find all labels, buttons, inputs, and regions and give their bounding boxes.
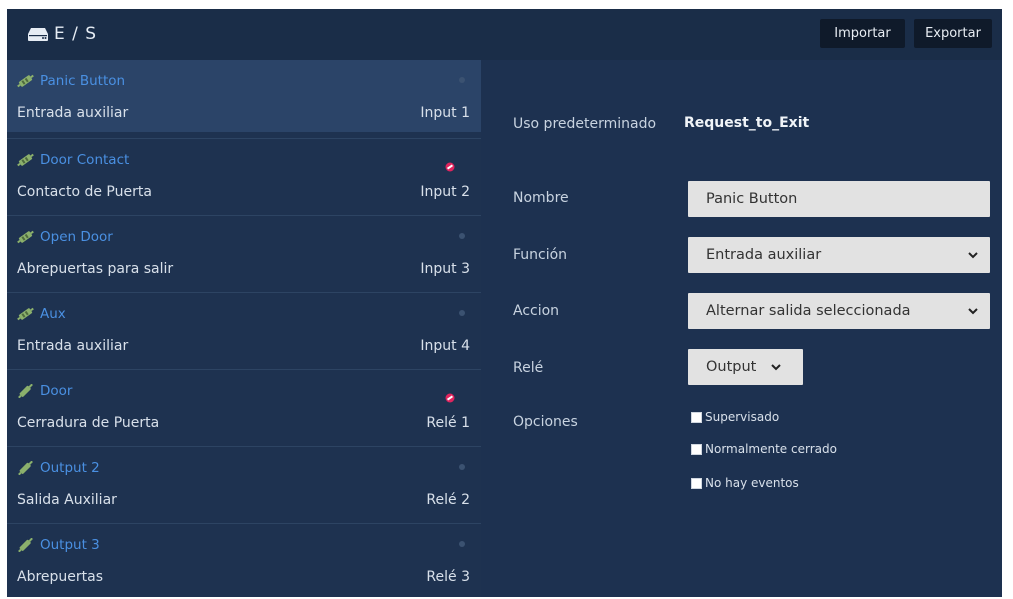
checkbox[interactable] <box>691 411 702 423</box>
io-list: Panic Button Entrada auxiliar Input 1 Do… <box>7 60 481 597</box>
export-button[interactable]: Exportar <box>914 19 992 48</box>
option-label: Normalmente cerrado <box>705 442 837 456</box>
io-input-icon <box>16 74 40 88</box>
chevron-down-icon <box>771 364 781 371</box>
io-item-name: Aux <box>40 306 66 322</box>
relay-select[interactable]: Output <box>688 349 803 385</box>
page-title: E / S <box>54 24 98 44</box>
option-label: Supervisado <box>705 410 780 424</box>
io-item-function: Entrada auxiliar <box>17 105 129 121</box>
io-item-open-door[interactable]: Open Door Abrepuertas para salir Input 3 <box>7 215 481 288</box>
io-item-name: Output 3 <box>40 537 100 553</box>
io-item-aux[interactable]: Aux Entrada auxiliar Input 4 <box>7 292 481 365</box>
function-select-value: Entrada auxiliar <box>706 247 822 263</box>
io-item-function: Entrada auxiliar <box>17 338 129 354</box>
io-item-port: Relé 2 <box>426 492 470 508</box>
option-normally-closed[interactable]: Normalmente cerrado <box>691 442 837 456</box>
chevron-down-icon <box>968 308 978 315</box>
io-item-door[interactable]: Door Cerradura de Puerta Relé 1 <box>7 369 481 442</box>
io-input-icon <box>16 307 40 321</box>
io-item-function: Abrepuertas para salir <box>17 261 174 277</box>
io-item-port: Relé 3 <box>426 569 470 585</box>
status-indicator <box>459 233 465 239</box>
io-item-door-contact[interactable]: Door Contact Contacto de Puerta Input 2 <box>7 138 481 211</box>
io-item-name: Open Door <box>40 229 113 245</box>
status-indicator <box>459 310 465 316</box>
name-label: Nombre <box>513 190 569 206</box>
io-item-name: Door Contact <box>40 152 130 168</box>
status-indicator <box>459 541 465 547</box>
relay-output-icon <box>16 384 40 398</box>
action-select[interactable]: Alternar salida seleccionada <box>688 293 990 329</box>
status-indicator <box>459 464 465 470</box>
option-supervised[interactable]: Supervisado <box>691 410 779 424</box>
io-item-port: Input 4 <box>420 338 470 354</box>
io-item-output-2[interactable]: Output 2 Salida Auxiliar Relé 2 <box>7 446 481 519</box>
relay-label: Relé <box>513 360 544 376</box>
io-item-output-3[interactable]: Output 3 Abrepuertas Relé 3 <box>7 523 481 596</box>
option-no-events[interactable]: No hay eventos <box>691 476 799 490</box>
io-item-function: Contacto de Puerta <box>17 184 152 200</box>
checkbox[interactable] <box>691 477 702 489</box>
io-item-function: Cerradura de Puerta <box>17 415 160 431</box>
function-label: Función <box>513 247 568 263</box>
name-field-value: Panic Button <box>706 191 798 207</box>
options-label: Opciones <box>513 414 578 430</box>
io-item-name: Panic Button <box>40 73 126 89</box>
io-item-name: Output 2 <box>40 460 100 476</box>
no-entry-icon <box>445 388 455 403</box>
io-item-function: Abrepuertas <box>17 569 104 585</box>
name-field[interactable]: Panic Button <box>688 181 990 217</box>
io-item-function: Salida Auxiliar <box>17 492 117 508</box>
top-bar: E / S Importar Exportar <box>7 9 1002 60</box>
io-item-panic-button[interactable]: Panic Button Entrada auxiliar Input 1 <box>7 60 481 132</box>
io-input-icon <box>16 153 40 167</box>
function-select[interactable]: Entrada auxiliar <box>688 237 990 273</box>
io-panel: E / S Importar Exportar Panic Button Ent… <box>7 9 1002 597</box>
io-item-port: Input 3 <box>420 261 470 277</box>
relay-output-icon <box>16 461 40 475</box>
relay-select-value: Output <box>706 359 757 375</box>
io-item-port: Relé 1 <box>426 415 470 431</box>
hard-drive-icon <box>27 27 49 42</box>
default-use-value: Request_to_Exit <box>684 115 810 131</box>
io-item-name: Door <box>40 383 73 399</box>
io-input-icon <box>16 230 40 244</box>
io-item-port: Input 1 <box>420 105 470 121</box>
app-title: E / S <box>27 24 97 44</box>
relay-output-icon <box>16 538 40 552</box>
no-entry-icon <box>445 157 455 172</box>
default-use-label: Uso predeterminado <box>513 116 657 132</box>
io-item-port: Input 2 <box>420 184 470 200</box>
checkbox[interactable] <box>691 443 702 455</box>
action-label: Accion <box>513 303 560 319</box>
chevron-down-icon <box>968 252 978 259</box>
status-indicator <box>459 77 465 83</box>
option-label: No hay eventos <box>705 476 799 490</box>
import-button[interactable]: Importar <box>820 19 905 48</box>
io-detail-panel: Uso predeterminado Request_to_Exit Nombr… <box>481 60 1002 597</box>
action-select-value: Alternar salida seleccionada <box>706 303 911 319</box>
